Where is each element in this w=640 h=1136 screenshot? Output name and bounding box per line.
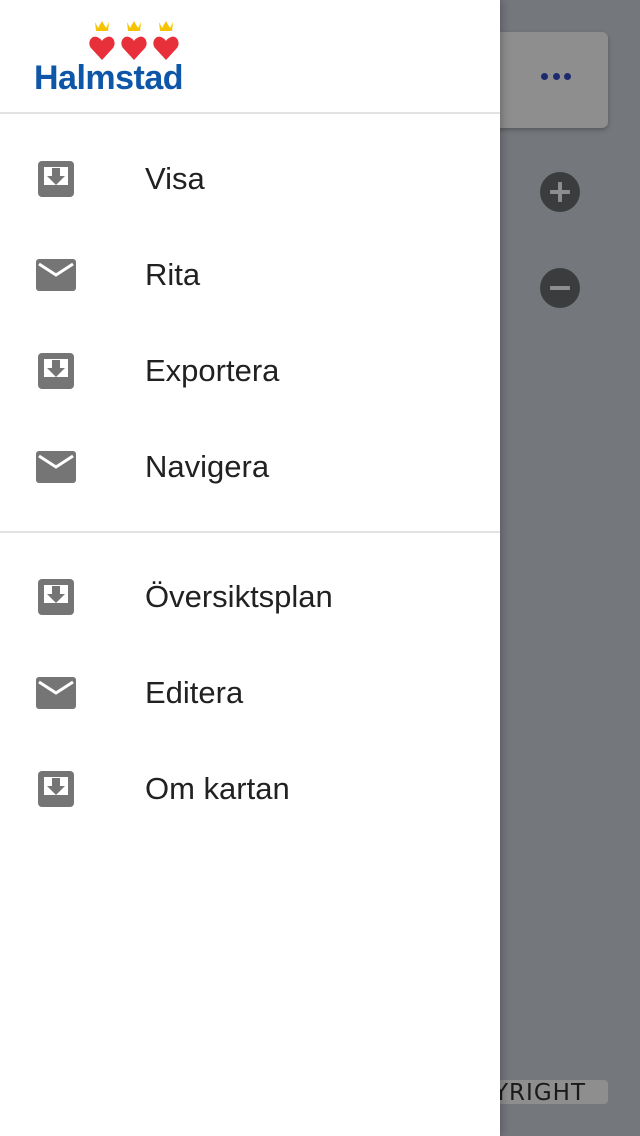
menu-item-label: Visa — [145, 161, 205, 196]
logo-wordmark: Halmstad — [34, 59, 184, 97]
menu-item-rita[interactable]: Rita — [0, 227, 500, 323]
app-screen: COPYRIGHT — [0, 0, 640, 1136]
menu-primary: Visa Rita Exportera Navigera — [0, 114, 500, 515]
menu-item-label: Editera — [145, 675, 244, 710]
menu-item-label: Exportera — [145, 353, 280, 388]
mail-icon — [36, 255, 76, 295]
halmstad-logo: Halmstad — [34, 20, 204, 96]
zoom-out-button[interactable] — [540, 268, 580, 308]
menu-item-om-kartan[interactable]: Om kartan — [0, 741, 500, 837]
mail-icon — [36, 447, 76, 487]
menu-item-oversiktsplan[interactable]: Översiktsplan — [0, 549, 500, 645]
navigation-drawer: Halmstad Visa Rita Exportera Navigera Öv… — [0, 0, 500, 1136]
menu-item-navigera[interactable]: Navigera — [0, 419, 500, 515]
zoom-in-button[interactable] — [540, 172, 580, 212]
menu-item-visa[interactable]: Visa — [0, 131, 500, 227]
more-horizontal-icon — [541, 66, 571, 86]
menu-item-label: Rita — [145, 257, 201, 292]
menu-item-exportera[interactable]: Exportera — [0, 323, 500, 419]
menu-item-label: Navigera — [145, 449, 270, 484]
download-box-icon — [36, 351, 76, 391]
menu-item-label: Översiktsplan — [145, 579, 333, 614]
drawer-header: Halmstad — [0, 0, 500, 114]
menu-secondary: Översiktsplan Editera Om kartan — [0, 533, 500, 837]
menu-item-label: Om kartan — [145, 771, 290, 806]
menu-item-editera[interactable]: Editera — [0, 645, 500, 741]
download-box-icon — [36, 577, 76, 617]
download-box-icon — [36, 159, 76, 199]
mail-icon — [36, 673, 76, 713]
download-box-icon — [36, 769, 76, 809]
